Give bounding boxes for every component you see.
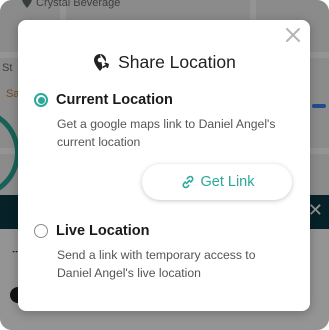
option-title: Live Location xyxy=(56,223,150,239)
close-icon xyxy=(286,28,300,42)
option-current-location[interactable]: Current Location Get a google maps link … xyxy=(34,92,296,151)
option-description: Get a google maps link to Daniel Angel's… xyxy=(57,117,276,149)
modal-title: Share Location xyxy=(118,52,236,72)
radio-selected-dot xyxy=(37,96,45,104)
get-link-label: Get Link xyxy=(200,174,255,190)
close-button[interactable] xyxy=(282,24,304,46)
radio-current-location[interactable] xyxy=(34,93,48,107)
option-description: Send a link with temporary access to Dan… xyxy=(57,248,256,280)
location-share-icon xyxy=(94,53,110,71)
screen: Crystal Beverage St Sa ✕ ⇢ Share Locatio… xyxy=(0,0,329,330)
option-live-location[interactable]: Live Location Send a link with temporary… xyxy=(34,223,296,282)
share-location-modal: Share Location Current Location Get a go… xyxy=(18,20,310,311)
option-title: Current Location xyxy=(56,92,173,108)
modal-header: Share Location xyxy=(18,52,310,73)
option-row[interactable]: Live Location xyxy=(34,223,296,239)
get-link-button[interactable]: Get Link xyxy=(142,164,292,200)
radio-live-location[interactable] xyxy=(34,224,48,238)
option-row[interactable]: Current Location xyxy=(34,92,296,108)
link-icon xyxy=(182,175,193,189)
